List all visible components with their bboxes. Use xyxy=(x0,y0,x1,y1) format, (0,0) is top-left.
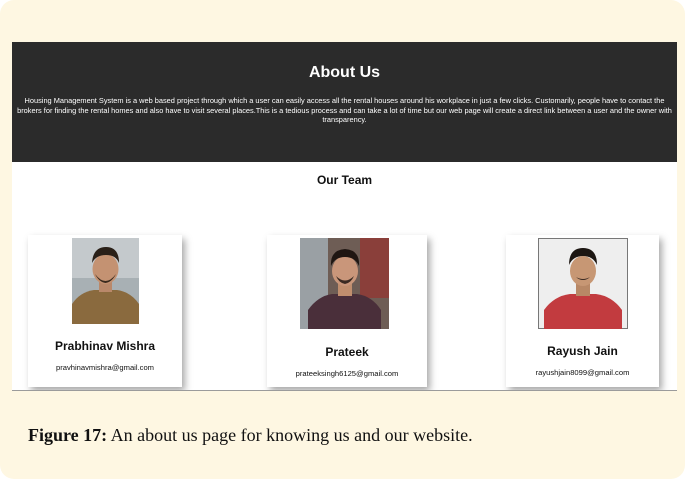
team-member-card: Prabhinav Mishra pravhinavmishra@gmail.c… xyxy=(28,235,182,387)
member-email[interactable]: prateeksingh6125@gmail.com xyxy=(267,369,427,378)
member-email[interactable]: pravhinavmishra@gmail.com xyxy=(28,363,182,372)
member-name: Prateek xyxy=(325,345,369,359)
about-us-title: About Us xyxy=(308,64,381,81)
team-member-card: Prateek prateeksingh6125@gmail.com xyxy=(267,235,427,387)
caption-label: Figure 17: xyxy=(28,425,108,445)
about-us-description: Housing Management System is a web based… xyxy=(17,96,672,125)
caption-text: An about us page for knowing us and our … xyxy=(107,425,473,445)
about-us-section: About Us Housing Management System is a … xyxy=(12,42,677,162)
team-member-card: Rayush Jain rayushjain8099@gmail.com xyxy=(506,235,659,387)
member-photo xyxy=(72,238,139,324)
member-name: Rayush Jain xyxy=(547,344,618,358)
member-photo xyxy=(538,238,628,329)
member-photo xyxy=(300,238,389,329)
member-name: Prabhinav Mishra xyxy=(54,339,156,353)
figure-panel: About Us Housing Management System is a … xyxy=(0,0,685,479)
website-screenshot: About Us Housing Management System is a … xyxy=(12,42,677,391)
our-team-heading: Our Team xyxy=(316,173,373,187)
member-email[interactable]: rayushjain8099@gmail.com xyxy=(506,368,659,377)
figure-caption: Figure 17: An about us page for knowing … xyxy=(28,425,473,446)
